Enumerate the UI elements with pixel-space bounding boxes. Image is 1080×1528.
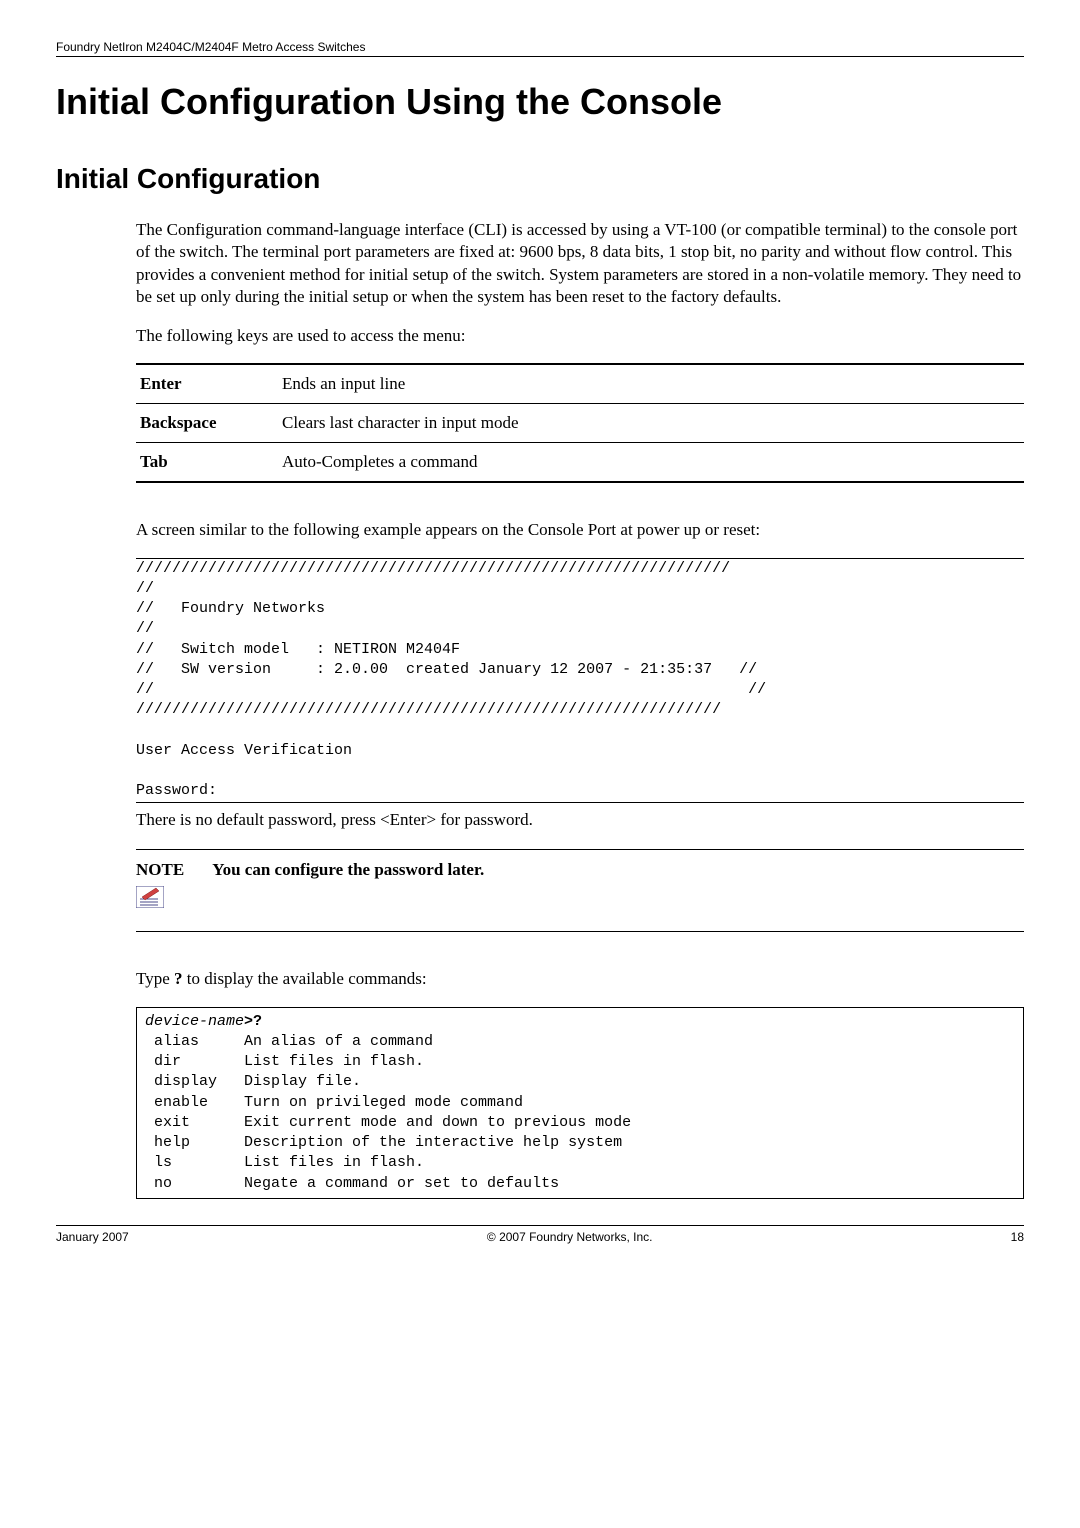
key-desc: Clears last character in input mode (278, 404, 1024, 443)
after-console-text: There is no default password, press <Ent… (136, 809, 1024, 831)
note-pencil-icon (136, 886, 164, 908)
type-q-intro: Type ? to display the available commands… (136, 968, 1024, 990)
console-intro: A screen similar to the following exampl… (136, 519, 1024, 541)
section-title-h2: Initial Configuration (56, 163, 1024, 195)
device-name-placeholder: device-name (145, 1013, 244, 1030)
prompt: >? (244, 1013, 262, 1030)
note-text: You can configure the password later. (212, 860, 484, 880)
page-footer: January 2007 © 2007 Foundry Networks, In… (56, 1225, 1024, 1244)
key-name: Enter (136, 364, 278, 404)
table-row: Enter Ends an input line (136, 364, 1024, 404)
key-desc: Ends an input line (278, 364, 1024, 404)
text-fragment: to display the available commands: (183, 969, 427, 988)
command-list: device-name>? alias An alias of a comman… (145, 1012, 1015, 1194)
footer-page-number: 18 (1011, 1230, 1024, 1244)
table-row: Backspace Clears last character in input… (136, 404, 1024, 443)
intro-paragraph-1: The Configuration command-language inter… (136, 219, 1024, 309)
command-list-block: device-name>? alias An alias of a comman… (136, 1007, 1024, 1199)
console-output-block: ////////////////////////////////////////… (136, 558, 1024, 803)
footer-copyright: © 2007 Foundry Networks, Inc. (487, 1230, 653, 1244)
key-name: Backspace (136, 404, 278, 443)
table-row: Tab Auto-Completes a command (136, 443, 1024, 483)
page-title-h1: Initial Configuration Using the Console (56, 81, 1024, 123)
key-desc: Auto-Completes a command (278, 443, 1024, 483)
intro-paragraph-2: The following keys are used to access th… (136, 325, 1024, 347)
question-mark-char: ? (174, 969, 183, 988)
header-product: Foundry NetIron M2404C/M2404F Metro Acce… (56, 40, 365, 54)
note-label: NOTE (136, 860, 184, 880)
key-name: Tab (136, 443, 278, 483)
document-header: Foundry NetIron M2404C/M2404F Metro Acce… (56, 40, 1024, 57)
console-output: ////////////////////////////////////////… (136, 559, 1024, 802)
text-fragment: Type (136, 969, 174, 988)
command-body: alias An alias of a command dir List fil… (145, 1033, 631, 1192)
note-block: NOTE You can configure the password late… (136, 849, 1024, 932)
key-reference-table: Enter Ends an input line Backspace Clear… (136, 363, 1024, 483)
footer-date: January 2007 (56, 1230, 129, 1244)
